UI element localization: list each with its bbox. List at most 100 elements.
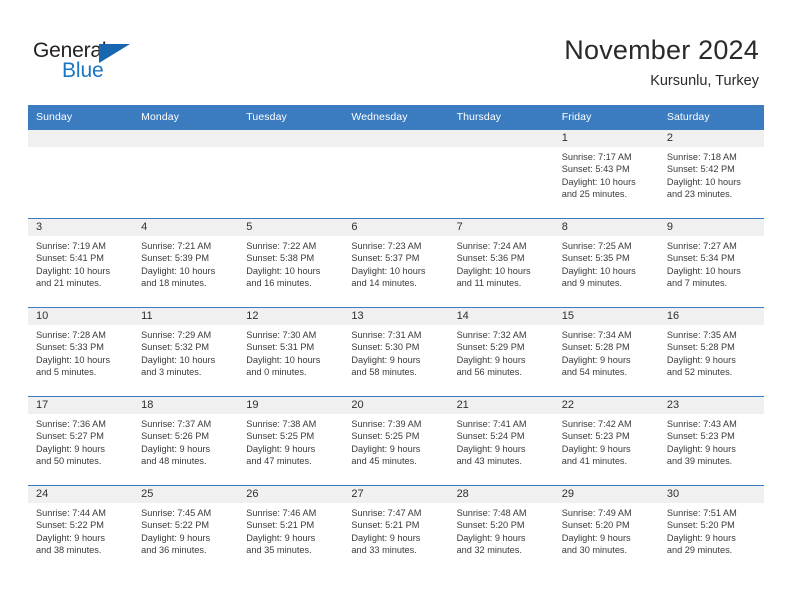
calendar-day-cell[interactable]: 13 Sunrise: 7:31 AM Sunset: 5:30 PM Dayligh…: [343, 307, 449, 397]
sunset-time: Sunset: 5:27 PM: [36, 431, 104, 442]
day-number: 6: [343, 219, 449, 236]
calendar-day-cell[interactable]: 17 Sunrise: 7:36 AM Sunset: 5:27 PM Dayligh…: [28, 396, 134, 486]
sunrise-time: Sunrise: 7:37 AM: [141, 419, 212, 429]
calendar-day-cell[interactable]: 22 Sunrise: 7:42 AM Sunset: 5:23 PM Dayligh…: [553, 396, 659, 486]
daylight-duration-line1: Daylight: 10 hours: [36, 354, 111, 365]
sunset-time: Sunset: 5:21 PM: [351, 520, 420, 531]
calendar-day-cell[interactable]: 20 Sunrise: 7:39 AM Sunset: 5:25 PM Dayligh…: [343, 396, 449, 486]
daylight-duration-line2: and 18 minutes.: [141, 278, 207, 289]
daylight-duration-line2: and 21 minutes.: [36, 278, 102, 289]
calendar-day-cell[interactable]: 7 Sunrise: 7:24 AM Sunset: 5:36 PM Daylight…: [448, 218, 554, 308]
calendar-day-cell[interactable]: 26 Sunrise: 7:46 AM Sunset: 5:21 PM Dayligh…: [238, 485, 344, 575]
calendar-day-cell[interactable]: 14 Sunrise: 7:32 AM Sunset: 5:29 PM Dayligh…: [448, 307, 554, 397]
sunset-time: Sunset: 5:20 PM: [666, 520, 735, 531]
calendar-day-cell[interactable]: 3 Sunrise: 7:19 AM Sunset: 5:41 PM Daylight…: [28, 218, 134, 308]
daylight-duration-line1: Daylight: 9 hours: [561, 532, 631, 543]
daylight-duration-line1: Daylight: 9 hours: [246, 443, 316, 454]
calendar-day-cell[interactable]: 6 Sunrise: 7:23 AM Sunset: 5:37 PM Daylight…: [343, 218, 449, 308]
calendar-day-cell[interactable]: 10 Sunrise: 7:28 AM Sunset: 5:33 PM Dayligh…: [28, 307, 134, 397]
sunrise-time: Sunrise: 7:24 AM: [456, 241, 527, 251]
day-details: Sunrise: 7:43 AM Sunset: 5:23 PM Daylight:…: [659, 414, 764, 468]
calendar-day-cell[interactable]: 8 Sunrise: 7:25 AM Sunset: 5:35 PM Daylight…: [553, 218, 659, 308]
daylight-duration-line1: Daylight: 9 hours: [141, 443, 211, 454]
calendar-day-cell[interactable]: 15 Sunrise: 7:34 AM Sunset: 5:28 PM Dayligh…: [553, 307, 659, 397]
daylight-duration-line1: Daylight: 10 hours: [666, 265, 741, 276]
day-details: Sunrise: 7:28 AM Sunset: 5:33 PM Daylight:…: [28, 325, 133, 379]
daylight-duration-line1: Daylight: 10 hours: [141, 265, 216, 276]
sunset-time: Sunset: 5:32 PM: [141, 342, 210, 353]
calendar-day-cell[interactable]: 11 Sunrise: 7:29 AM Sunset: 5:32 PM Dayligh…: [133, 307, 239, 397]
title-block: November 2024 Kursunlu, Turkey: [564, 34, 759, 92]
daylight-duration-line2: and 38 minutes.: [36, 545, 102, 556]
calendar-week-row: 24 Sunrise: 7:44 AM Sunset: 5:22 PM Dayligh…: [28, 485, 764, 575]
calendar-day-cell[interactable]: 18 Sunrise: 7:37 AM Sunset: 5:26 PM Dayligh…: [133, 396, 239, 486]
weekday-header-wednesday: Wednesday: [343, 105, 449, 130]
sunrise-time: Sunrise: 7:19 AM: [36, 241, 106, 251]
sunset-time: Sunset: 5:41 PM: [36, 253, 104, 264]
sunset-time: Sunset: 5:22 PM: [36, 520, 104, 531]
day-details: Sunrise: 7:36 AM Sunset: 5:27 PM Daylight:…: [28, 414, 133, 468]
calendar-week-row: 17 Sunrise: 7:36 AM Sunset: 5:27 PM Dayligh…: [28, 396, 764, 486]
daylight-duration-line2: and 45 minutes.: [351, 456, 417, 467]
day-details: Sunrise: 7:27 AM Sunset: 5:34 PM Daylight:…: [659, 236, 764, 290]
sunset-time: Sunset: 5:26 PM: [141, 431, 210, 442]
day-number: 23: [658, 397, 764, 414]
calendar-day-cell-empty: [238, 129, 344, 219]
daylight-duration-line1: Daylight: 9 hours: [666, 532, 736, 543]
daylight-duration-line2: and 56 minutes.: [456, 367, 522, 378]
sunrise-time: Sunrise: 7:48 AM: [456, 508, 527, 518]
sunrise-time: Sunrise: 7:21 AM: [141, 241, 212, 251]
calendar-day-cell[interactable]: 28 Sunrise: 7:48 AM Sunset: 5:20 PM Dayligh…: [448, 485, 554, 575]
calendar-day-cell[interactable]: 19 Sunrise: 7:38 AM Sunset: 5:25 PM Dayligh…: [238, 396, 344, 486]
daylight-duration-line2: and 39 minutes.: [666, 456, 733, 467]
sunset-time: Sunset: 5:23 PM: [561, 431, 630, 442]
page-title: November 2024: [564, 35, 759, 65]
daylight-duration-line2: and 43 minutes.: [456, 456, 522, 467]
day-number: 19: [238, 397, 344, 414]
sunset-time: Sunset: 5:30 PM: [351, 342, 420, 353]
calendar-day-cell[interactable]: 21 Sunrise: 7:41 AM Sunset: 5:24 PM Dayligh…: [448, 396, 554, 486]
calendar-day-cell[interactable]: 29 Sunrise: 7:49 AM Sunset: 5:20 PM Dayligh…: [553, 485, 659, 575]
day-number: 26: [238, 486, 344, 503]
calendar-day-cell[interactable]: 12 Sunrise: 7:30 AM Sunset: 5:31 PM Dayligh…: [238, 307, 344, 397]
sunset-time: Sunset: 5:31 PM: [246, 342, 315, 353]
daylight-duration-line1: Daylight: 10 hours: [561, 176, 636, 187]
calendar-day-cell[interactable]: 24 Sunrise: 7:44 AM Sunset: 5:22 PM Dayligh…: [28, 485, 134, 575]
day-number: 14: [448, 308, 554, 325]
sunrise-time: Sunrise: 7:34 AM: [561, 330, 632, 340]
sunrise-time: Sunrise: 7:46 AM: [246, 508, 317, 518]
daylight-duration-line2: and 32 minutes.: [456, 545, 522, 556]
daylight-duration-line2: and 23 minutes.: [666, 189, 733, 200]
general-blue-logo[interactable]: General Blue: [33, 40, 153, 88]
calendar-day-cell[interactable]: 9 Sunrise: 7:27 AM Sunset: 5:34 PM Daylight…: [658, 218, 764, 308]
sunset-time: Sunset: 5:28 PM: [666, 342, 735, 353]
day-number: 11: [133, 308, 239, 325]
sunset-time: Sunset: 5:35 PM: [561, 253, 630, 264]
calendar-day-cell[interactable]: 5 Sunrise: 7:22 AM Sunset: 5:38 PM Daylight…: [238, 218, 344, 308]
calendar-day-cell[interactable]: 27 Sunrise: 7:47 AM Sunset: 5:21 PM Dayligh…: [343, 485, 449, 575]
calendar-day-cell[interactable]: 1 Sunrise: 7:17 AM Sunset: 5:43 PM Daylight…: [553, 129, 659, 219]
calendar-day-cell[interactable]: 25 Sunrise: 7:45 AM Sunset: 5:22 PM Dayligh…: [133, 485, 239, 575]
daylight-duration-line1: Daylight: 9 hours: [456, 354, 526, 365]
calendar-day-cell[interactable]: 4 Sunrise: 7:21 AM Sunset: 5:39 PM Daylight…: [133, 218, 239, 308]
day-number: [343, 130, 449, 147]
daylight-duration-line2: and 7 minutes.: [666, 278, 728, 289]
sunset-time: Sunset: 5:24 PM: [456, 431, 525, 442]
daylight-duration-line2: and 33 minutes.: [351, 545, 417, 556]
day-details: Sunrise: 7:47 AM Sunset: 5:21 PM Daylight:…: [343, 503, 448, 557]
daylight-duration-line1: Daylight: 9 hours: [561, 354, 631, 365]
calendar-day-cell[interactable]: 30 Sunrise: 7:51 AM Sunset: 5:20 PM Dayligh…: [658, 485, 764, 575]
sunrise-time: Sunrise: 7:32 AM: [456, 330, 527, 340]
weekday-header-row: Sunday Monday Tuesday Wednesday Thursday…: [28, 105, 764, 130]
calendar-day-cell[interactable]: 2 Sunrise: 7:18 AM Sunset: 5:42 PM Daylight…: [658, 129, 764, 219]
day-details: Sunrise: 7:46 AM Sunset: 5:21 PM Daylight:…: [238, 503, 343, 557]
day-number: 1: [553, 130, 659, 147]
calendar-container: Sunday Monday Tuesday Wednesday Thursday…: [28, 105, 764, 575]
calendar-day-cell[interactable]: 16 Sunrise: 7:35 AM Sunset: 5:28 PM Dayligh…: [658, 307, 764, 397]
daylight-duration-line2: and 30 minutes.: [561, 545, 628, 556]
day-number: 3: [28, 219, 134, 236]
sunset-time: Sunset: 5:23 PM: [666, 431, 735, 442]
calendar-day-cell[interactable]: 23 Sunrise: 7:43 AM Sunset: 5:23 PM Dayligh…: [658, 396, 764, 486]
calendar-week-row: 1 Sunrise: 7:17 AM Sunset: 5:43 PM Daylight…: [28, 129, 764, 219]
weekday-header-saturday: Saturday: [658, 105, 764, 130]
